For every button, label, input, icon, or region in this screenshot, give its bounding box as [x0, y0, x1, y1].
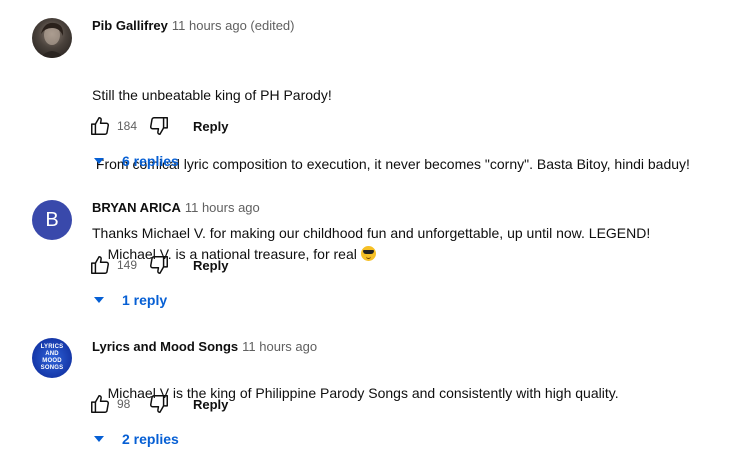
replies-label: 6 replies — [122, 153, 179, 169]
channel-logo-text: MOOD — [42, 358, 62, 364]
avatar[interactable]: B — [32, 200, 72, 240]
like-count: 98 — [117, 397, 131, 411]
comment-header: BRYAN ARICA 11 hours ago — [92, 200, 260, 215]
avatar[interactable] — [32, 18, 72, 58]
caret-down-icon — [94, 158, 104, 164]
comment-header: Pib Gallifrey 11 hours ago (edited) — [92, 18, 295, 33]
thumbs-up-icon[interactable] — [88, 253, 112, 277]
avatar-letter: B — [45, 208, 59, 231]
channel-logo-text: AND — [45, 351, 59, 357]
comment-author[interactable]: Lyrics and Mood Songs — [92, 339, 238, 354]
view-replies-button[interactable]: 6 replies — [94, 151, 179, 171]
comment-author[interactable]: Pib Gallifrey — [92, 18, 168, 33]
caret-down-icon — [94, 297, 104, 303]
caret-down-icon — [94, 436, 104, 442]
thumbs-down-icon[interactable] — [147, 114, 171, 138]
comment-text-line: From comical lyric composition to execut… — [92, 156, 690, 172]
comment-author[interactable]: BRYAN ARICA — [92, 200, 181, 215]
channel-logo-text: SONGS — [40, 365, 64, 371]
channel-logo-text: LYRICS — [40, 344, 64, 350]
like-count: 149 — [117, 258, 138, 272]
thumbs-up-icon[interactable] — [88, 114, 112, 138]
comment-actions: 184 Reply — [88, 114, 228, 138]
view-replies-button[interactable]: 2 replies — [94, 429, 179, 449]
reply-button[interactable]: Reply — [193, 258, 228, 273]
comment-timestamp[interactable]: 11 hours ago (edited) — [172, 18, 295, 33]
reply-button[interactable]: Reply — [193, 397, 228, 412]
comment-actions: 98 Reply — [88, 392, 228, 416]
comment-timestamp[interactable]: 11 hours ago — [242, 339, 317, 354]
profile-photo — [40, 22, 64, 58]
comment-timestamp[interactable]: 11 hours ago — [185, 200, 260, 215]
reply-button[interactable]: Reply — [193, 119, 228, 134]
avatar[interactable]: LYRICS AND MOOD SONGS — [32, 338, 72, 378]
comment-text-line: Still the unbeatable king of PH Parody! — [92, 87, 332, 103]
thumbs-up-icon[interactable] — [88, 392, 112, 416]
like-count: 184 — [117, 119, 138, 133]
replies-label: 2 replies — [122, 431, 179, 447]
comment-header: Lyrics and Mood Songs 11 hours ago — [92, 339, 317, 354]
replies-label: 1 reply — [122, 292, 168, 308]
view-replies-button[interactable]: 1 reply — [94, 290, 167, 310]
sunglasses-emoji-icon — [360, 246, 376, 261]
thumbs-down-icon[interactable] — [147, 253, 171, 277]
thumbs-down-icon[interactable] — [147, 392, 171, 416]
comment-actions: 149 Reply — [88, 253, 228, 277]
